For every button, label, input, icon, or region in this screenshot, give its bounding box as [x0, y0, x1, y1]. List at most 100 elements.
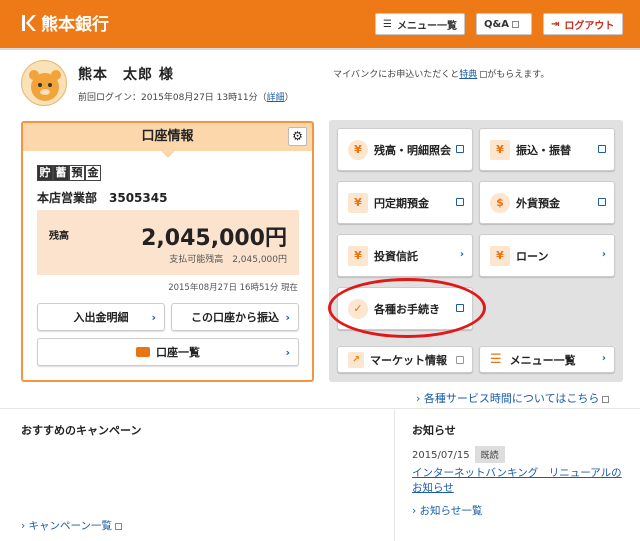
external-link-icon	[456, 145, 464, 153]
external-link-icon	[456, 356, 464, 364]
foreign-deposit-tile[interactable]: $ 外貨預金	[479, 181, 615, 224]
menu-list-label: メニュー一覧	[396, 20, 457, 32]
account-info-header: 口座情報 ⚙	[23, 123, 312, 158]
account-type-char: 預	[69, 165, 85, 181]
user-name: 熊本 太郎 様	[78, 67, 174, 83]
investment-icon: ¥	[348, 245, 368, 266]
chevron-right-icon: ›	[412, 505, 420, 517]
chevron-right-icon: ›	[601, 353, 606, 364]
campaign-list-label: キャンペーン一覧	[28, 520, 113, 532]
balance-label: 残高	[49, 231, 69, 242]
external-link-icon	[115, 522, 123, 530]
news-date: 2015/07/15 既読	[412, 446, 505, 463]
news-heading: お知らせ	[412, 424, 456, 437]
highlight-ring	[328, 278, 486, 338]
bank-name: 熊本銀行	[41, 15, 109, 35]
mypage-benefit-link[interactable]: 特典	[459, 70, 477, 80]
service-hours-link[interactable]: › 各種サービス時間についてはこちら	[416, 390, 610, 406]
news-list-label: お知らせ一覧	[419, 505, 483, 517]
gear-icon[interactable]: ⚙	[288, 127, 307, 146]
balance-inquiry-tile[interactable]: ¥ 残高・明細照会	[337, 128, 473, 171]
time-deposit-label: 円定期預金	[374, 196, 429, 210]
investment-label: 投資信託	[374, 249, 418, 263]
loan-tile[interactable]: ¥ ローン ›	[479, 234, 615, 277]
chevron-right-icon: ›	[151, 311, 156, 324]
chevron-right-icon: ›	[416, 392, 424, 405]
menu-list-button[interactable]: ☰ メニュー一覧	[375, 13, 465, 35]
news-list-link[interactable]: › お知らせ一覧	[412, 503, 482, 518]
transfer-from-account-label: この口座から振込	[191, 311, 279, 324]
logout-icon: ⇥	[551, 18, 560, 30]
qa-button[interactable]: Q&A	[476, 13, 532, 35]
news-date-text: 2015/07/15	[412, 450, 470, 461]
external-link-icon	[456, 198, 464, 206]
mypage-text-before: マイバンクにお申込いただくと	[333, 70, 460, 80]
branch-account-number: 本店営業部 3505345	[37, 191, 168, 205]
mypage-text-after: がもらえます。	[487, 70, 550, 80]
hamburger-icon: ☰	[383, 18, 392, 30]
app-header: 熊本銀行 ☰ メニュー一覧 Q&A ⇥ ログアウト	[0, 0, 640, 48]
balance-timestamp: 2015年08月27日 16時51分 現在	[168, 283, 298, 293]
chevron-right-icon: ›	[285, 346, 290, 359]
foreign-deposit-label: 外貨預金	[516, 196, 560, 210]
qa-label: Q&A	[484, 18, 509, 30]
yen-transfer-icon: ¥	[490, 139, 510, 160]
account-info-title: 口座情報	[141, 129, 194, 144]
service-hours-label: 各種サービス時間についてはこちら	[423, 392, 600, 405]
chart-icon: ↗	[348, 351, 364, 368]
campaign-list-link[interactable]: › キャンペーン一覧	[21, 518, 123, 533]
balance-inquiry-label: 残高・明細照会	[374, 143, 451, 157]
account-type-char: 貯	[37, 165, 53, 181]
service-menu-grid: ¥ 残高・明細照会 ¥ 振込・振替 ¥ 円定期預金 $ 外貨預金 ¥ 投資信託 …	[329, 120, 623, 382]
header-divider	[0, 48, 640, 50]
statement-label: 入出金明細	[73, 311, 129, 324]
calendar-yen-icon: ¥	[348, 192, 368, 213]
column-divider	[394, 410, 395, 541]
chevron-right-icon: ›	[21, 520, 29, 532]
account-info-panel: 口座情報 ⚙ 貯 蓄 預 金 本店営業部 3505345 残高 2,045,00…	[21, 121, 314, 382]
time-deposit-tile[interactable]: ¥ 円定期預金	[337, 181, 473, 224]
investment-tile[interactable]: ¥ 投資信託 ›	[337, 234, 473, 277]
hamburger-icon: ☰	[490, 352, 502, 367]
logout-button[interactable]: ⇥ ログアウト	[543, 13, 623, 35]
login-detail-link[interactable]: 詳細	[267, 93, 285, 103]
last-login-suffix: ）	[284, 93, 294, 103]
foreign-coin-icon: $	[490, 192, 510, 213]
news-item-link[interactable]: インターネットバンキング リニューアルのお知らせ	[412, 466, 622, 496]
account-type-char: 蓄	[53, 165, 69, 181]
balance-value: 2,045,000円	[141, 226, 287, 251]
statement-button[interactable]: 入出金明細 ›	[37, 303, 165, 331]
last-login-prefix: 前回ログイン：2015年08月27日 13時11分（	[78, 93, 267, 103]
external-link-icon	[602, 395, 610, 403]
account-list-button[interactable]: 口座一覧 ›	[37, 338, 299, 366]
logout-label: ログアウト	[564, 20, 615, 32]
chevron-right-icon: ›	[459, 249, 464, 260]
transfer-from-account-button[interactable]: この口座から振込 ›	[171, 303, 299, 331]
account-type-char: 金	[85, 165, 101, 181]
transfer-tile[interactable]: ¥ 振込・振替	[479, 128, 615, 171]
account-type-label: 貯 蓄 預 金	[37, 165, 101, 181]
external-link-icon	[598, 198, 606, 206]
campaign-heading: おすすめのキャンペーン	[21, 424, 142, 437]
mypage-notice: マイバンクにお申込いただくと特典 がもらえます。	[333, 67, 549, 80]
available-balance: 支払可能残高 2,045,000円	[169, 255, 287, 265]
menu-list-tile-label: メニュー一覧	[509, 353, 576, 367]
last-login: 前回ログイン：2015年08月27日 13時11分（詳細）	[78, 90, 294, 103]
menu-list-tile[interactable]: ☰ メニュー一覧 ›	[479, 346, 615, 373]
loan-label: ローン	[516, 249, 549, 263]
market-info-tile[interactable]: ↗ マーケット情報	[337, 346, 473, 373]
read-badge: 既読	[474, 446, 505, 463]
chevron-right-icon: ›	[601, 249, 606, 260]
card-icon	[136, 347, 150, 357]
bank-logo[interactable]: 熊本銀行	[20, 10, 109, 35]
market-info-label: マーケット情報	[370, 353, 447, 367]
bank-logo-icon	[22, 14, 36, 31]
balance-box: 残高 2,045,000円 支払可能残高 2,045,000円	[37, 210, 299, 275]
external-link-icon	[598, 145, 606, 153]
loan-calculator-icon: ¥	[490, 245, 510, 266]
transfer-label: 振込・振替	[516, 143, 571, 157]
chevron-right-icon: ›	[285, 311, 290, 324]
account-list-label: 口座一覧	[156, 346, 200, 359]
avatar	[21, 60, 67, 106]
external-link-icon	[511, 20, 519, 28]
